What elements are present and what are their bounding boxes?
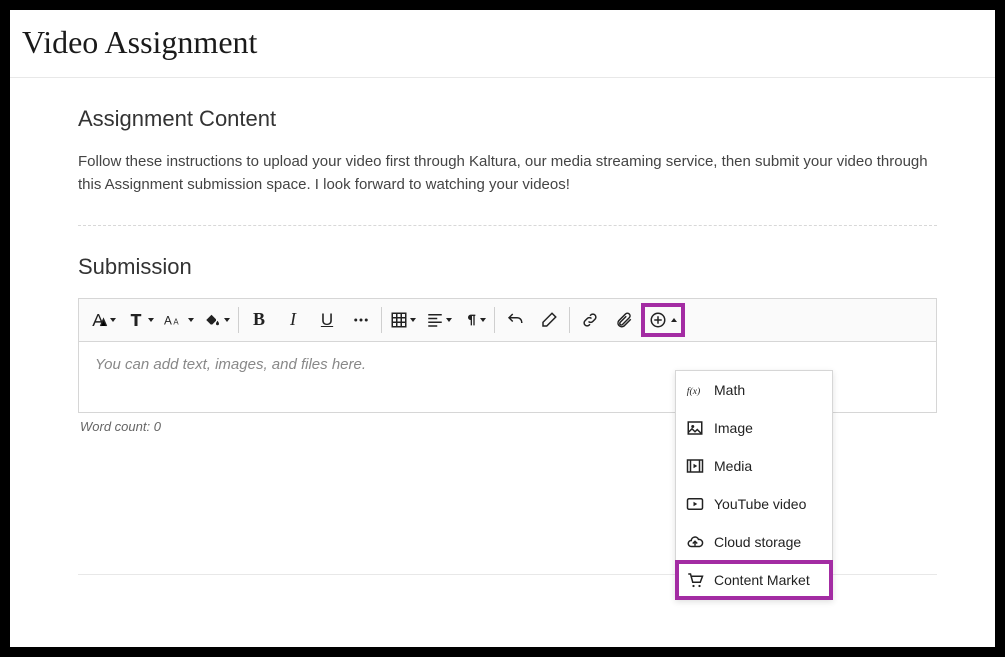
font-family-icon (126, 311, 146, 329)
cart-icon (686, 571, 704, 589)
media-icon (686, 457, 704, 475)
toolbar-separator (238, 307, 239, 333)
menu-item-label: Media (714, 458, 752, 474)
content-area: Assignment Content Follow these instruct… (10, 78, 995, 575)
page-container: Video Assignment Assignment Content Foll… (10, 10, 995, 647)
submission-heading: Submission (78, 254, 937, 280)
menu-item-label: Cloud storage (714, 534, 801, 550)
eraser-icon (540, 311, 558, 329)
toolbar-separator (381, 307, 382, 333)
bold-button[interactable]: B (242, 303, 276, 337)
menu-item-media[interactable]: Media (676, 447, 832, 485)
font-size-icon: AA (164, 311, 186, 329)
menu-item-math[interactable]: f(x) Math (676, 371, 832, 409)
assignment-content-heading: Assignment Content (78, 106, 937, 132)
ellipsis-icon (352, 311, 370, 329)
paint-bucket-icon (204, 311, 222, 329)
chevron-down-icon (188, 318, 194, 322)
svg-text:A: A (173, 317, 179, 326)
align-icon (426, 311, 444, 329)
image-icon (686, 419, 704, 437)
plus-circle-icon (649, 311, 667, 329)
clear-format-button[interactable] (532, 303, 566, 337)
pilcrow-icon (462, 311, 478, 329)
menu-item-image[interactable]: Image (676, 409, 832, 447)
add-content-menu: f(x) Math Image Media YouTube video Clou… (675, 370, 833, 600)
more-formatting-button[interactable] (344, 303, 378, 337)
paperclip-icon (615, 311, 633, 329)
chevron-up-icon (671, 318, 677, 322)
highlight-color-button[interactable] (199, 303, 235, 337)
cloud-icon (686, 533, 704, 551)
font-family-button[interactable] (121, 303, 159, 337)
toolbar-separator (494, 307, 495, 333)
menu-item-youtube[interactable]: YouTube video (676, 485, 832, 523)
alignment-button[interactable] (421, 303, 457, 337)
assignment-instructions: Follow these instructions to upload your… (78, 150, 937, 197)
italic-button[interactable]: I (276, 303, 310, 337)
svg-text:f(x): f(x) (687, 386, 701, 397)
add-content-button[interactable] (641, 303, 685, 337)
chevron-down-icon (410, 318, 416, 322)
chevron-down-icon (446, 318, 452, 322)
table-icon (390, 311, 408, 329)
section-divider (78, 225, 937, 226)
page-title: Video Assignment (10, 10, 995, 78)
text-style-icon (90, 311, 108, 329)
math-icon: f(x) (686, 381, 704, 399)
chevron-down-icon (480, 318, 486, 322)
table-button[interactable] (385, 303, 421, 337)
link-button[interactable] (573, 303, 607, 337)
menu-item-content-market[interactable]: Content Market (675, 560, 833, 600)
toolbar-separator (569, 307, 570, 333)
svg-text:A: A (164, 314, 172, 327)
menu-item-label: Image (714, 420, 753, 436)
font-size-button[interactable]: AA (159, 303, 199, 337)
undo-icon (506, 311, 524, 329)
italic-icon: I (290, 309, 296, 330)
chevron-down-icon (110, 318, 116, 322)
editor-placeholder: You can add text, images, and files here… (95, 356, 366, 373)
underline-button[interactable]: U (310, 303, 344, 337)
bold-icon: B (253, 309, 265, 330)
undo-button[interactable] (498, 303, 532, 337)
attachment-button[interactable] (607, 303, 641, 337)
menu-item-cloud[interactable]: Cloud storage (676, 523, 832, 561)
chevron-down-icon (224, 318, 230, 322)
youtube-icon (686, 495, 704, 513)
underline-icon: U (321, 310, 333, 330)
chevron-down-icon (148, 318, 154, 322)
menu-item-label: Math (714, 382, 745, 398)
editor-toolbar: AA B I U (79, 299, 936, 342)
menu-item-label: YouTube video (714, 496, 806, 512)
text-style-button[interactable] (85, 303, 121, 337)
paragraph-button[interactable] (457, 303, 491, 337)
link-icon (581, 311, 599, 329)
menu-item-label: Content Market (714, 572, 810, 588)
